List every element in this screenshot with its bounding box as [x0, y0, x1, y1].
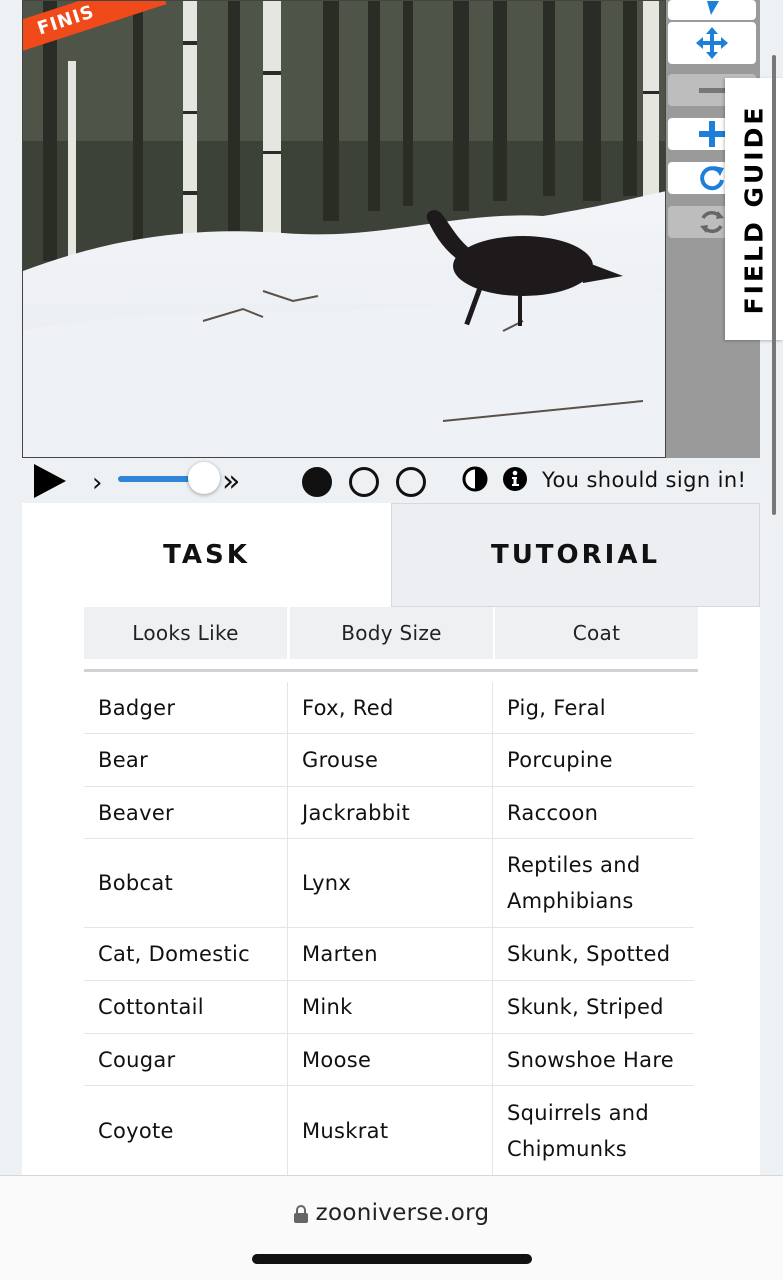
tab-task[interactable]: TASK: [22, 503, 391, 607]
choice-moose[interactable]: Moose: [288, 1034, 493, 1085]
home-indicator[interactable]: [252, 1254, 532, 1264]
play-button[interactable]: [32, 462, 68, 504]
table-row: Coyote Muskrat Squirrels and Chipmunks: [84, 1086, 694, 1176]
pointer-icon: [707, 1, 719, 15]
choice-bear[interactable]: Bear: [84, 734, 288, 786]
invert-button[interactable]: [462, 466, 488, 496]
url-text: zooniverse.org: [315, 1200, 490, 1226]
frame-dot-2[interactable]: [349, 467, 379, 497]
choice-muskrat[interactable]: Muskrat: [288, 1086, 493, 1175]
choice-reptiles-and-amphibians[interactable]: Reptiles and Amphibians: [493, 839, 694, 927]
choice-coyote[interactable]: Coyote: [84, 1086, 288, 1175]
choice-cat-domestic[interactable]: Cat, Domestic: [84, 928, 288, 980]
filter-bar: Looks Like Body Size Coat: [84, 607, 698, 659]
choice-squirrels-and-chipmunks[interactable]: Squirrels and Chipmunks: [493, 1086, 694, 1175]
zoom-out-icon: [699, 88, 725, 93]
table-row: Cougar Moose Snowshoe Hare: [84, 1034, 694, 1086]
table-row: Beaver Jackrabbit Raccoon: [84, 787, 694, 839]
sign-in-prompt[interactable]: You should sign in!: [542, 468, 746, 492]
play-icon: [34, 464, 66, 498]
task-tabs: TASK TUTORIAL: [22, 503, 760, 607]
table-row: Cottontail Mink Skunk, Striped: [84, 981, 694, 1034]
choice-mink[interactable]: Mink: [288, 981, 493, 1033]
lock-icon: [293, 1204, 308, 1223]
choice-jackrabbit[interactable]: Jackrabbit: [288, 787, 493, 838]
move-icon: [696, 27, 728, 59]
frame-controls: › » You should sign in!: [22, 458, 782, 506]
reset-icon: [700, 211, 724, 233]
choice-beaver[interactable]: Beaver: [84, 787, 288, 838]
tab-tutorial[interactable]: TUTORIAL: [391, 503, 760, 607]
rotate-icon: [700, 166, 724, 191]
choice-pig-feral[interactable]: Pig, Feral: [493, 682, 694, 733]
task-panel: Looks Like Body Size Coat Badger Fox, Re…: [22, 607, 760, 1187]
table-row: Cat, Domestic Marten Skunk, Spotted: [84, 928, 694, 981]
metadata-button[interactable]: [502, 466, 528, 496]
choice-lynx[interactable]: Lynx: [288, 839, 493, 927]
frame-dot-1[interactable]: [302, 467, 332, 497]
browser-address-bar: zooniverse.org: [0, 1175, 783, 1280]
table-row: Bobcat Lynx Reptiles and Amphibians: [84, 839, 694, 928]
choice-skunk-spotted[interactable]: Skunk, Spotted: [493, 928, 694, 980]
page-scrollbar[interactable]: [772, 55, 776, 515]
move-tool-button[interactable]: [668, 22, 756, 64]
choice-snowshoe-hare[interactable]: Snowshoe Hare: [493, 1034, 694, 1085]
table-row: Bear Grouse Porcupine: [84, 734, 694, 787]
info-icon: [503, 467, 527, 491]
field-guide-label: FIELD GUIDE: [739, 104, 769, 314]
choice-bobcat[interactable]: Bobcat: [84, 839, 288, 927]
fast-forward-button[interactable]: »: [222, 464, 240, 499]
frame-dot-3[interactable]: [396, 467, 426, 497]
choice-fox-red[interactable]: Fox, Red: [288, 682, 493, 733]
contrast-icon: [462, 466, 488, 492]
snow-forest-scene: [23, 1, 665, 457]
choice-grouse[interactable]: Grouse: [288, 734, 493, 786]
url-display[interactable]: zooniverse.org: [0, 1200, 783, 1226]
table-row: Badger Fox, Red Pig, Feral: [84, 682, 694, 734]
step-button[interactable]: ›: [92, 468, 102, 498]
choice-cougar[interactable]: Cougar: [84, 1034, 288, 1085]
choice-badger[interactable]: Badger: [84, 682, 288, 733]
choice-marten[interactable]: Marten: [288, 928, 493, 980]
slider-knob[interactable]: [188, 462, 220, 494]
pointer-tool-button[interactable]: [668, 0, 756, 20]
filter-divider: [84, 669, 698, 672]
choice-cottontail[interactable]: Cottontail: [84, 981, 288, 1033]
choice-grid: Badger Fox, Red Pig, Feral Bear Grouse P…: [84, 682, 694, 1176]
subject-image[interactable]: FINIS: [22, 0, 666, 458]
choice-raccoon[interactable]: Raccoon: [493, 787, 694, 838]
choice-porcupine[interactable]: Porcupine: [493, 734, 694, 786]
filter-coat[interactable]: Coat: [495, 607, 698, 659]
zoom-in-icon: [699, 121, 725, 147]
filter-body-size[interactable]: Body Size: [290, 607, 493, 659]
choice-skunk-striped[interactable]: Skunk, Striped: [493, 981, 694, 1033]
filter-looks-like[interactable]: Looks Like: [84, 607, 287, 659]
